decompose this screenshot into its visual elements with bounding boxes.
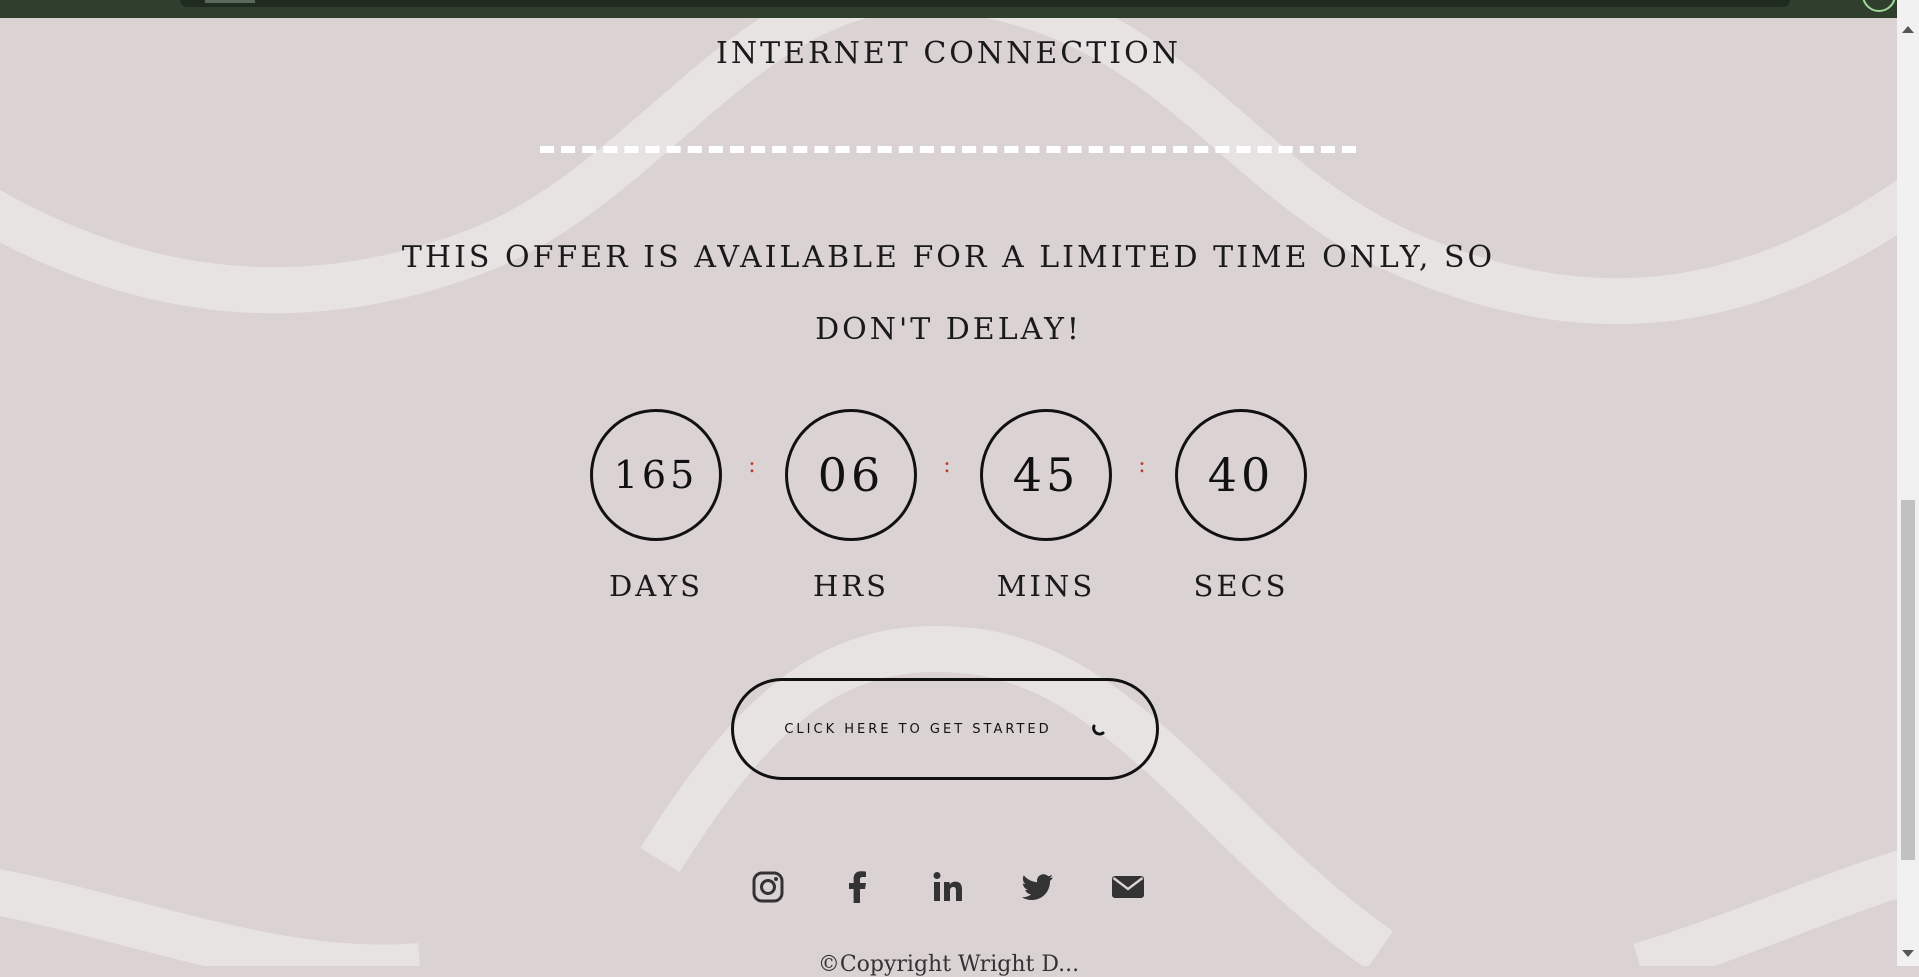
countdown-separator: : <box>748 453 756 478</box>
spinner-icon <box>1091 724 1105 736</box>
countdown-hours: 06 <box>785 409 917 541</box>
top-nav-inner <box>180 0 1790 7</box>
section-heading: INTERNET CONNECTION <box>716 36 1181 71</box>
scrollbar-thumb[interactable] <box>1901 500 1915 860</box>
offer-line-1: THIS OFFER IS AVAILABLE FOR A LIMITED TI… <box>401 240 1496 275</box>
countdown-separator: : <box>1138 453 1146 478</box>
top-nav-tab <box>205 0 255 3</box>
scroll-down-icon[interactable] <box>1902 950 1914 957</box>
twitter-icon[interactable] <box>1021 870 1055 904</box>
get-started-label: CLICK HERE TO GET STARTED <box>784 721 1052 737</box>
vertical-scrollbar[interactable] <box>1897 0 1919 966</box>
scroll-up-icon[interactable] <box>1902 26 1914 33</box>
email-icon[interactable] <box>1111 870 1145 904</box>
offer-line-2: DON'T DELAY! <box>815 312 1082 347</box>
get-started-button[interactable]: CLICK HERE TO GET STARTED <box>731 678 1159 780</box>
dashed-divider <box>540 146 1356 153</box>
copyright-text: ©Copyright Wright D... <box>817 952 1080 977</box>
countdown-timer: 165 : 06 : 45 : 40 DAYS HRS MINS SECS <box>0 409 1897 609</box>
linkedin-icon[interactable] <box>931 870 965 904</box>
countdown-separator: : <box>943 453 951 478</box>
top-nav-circle-button[interactable] <box>1862 0 1896 12</box>
countdown-label-seconds: SECS <box>1193 569 1289 603</box>
countdown-label-days: DAYS <box>608 569 704 603</box>
social-links <box>0 870 1897 910</box>
countdown-days: 165 <box>590 409 722 541</box>
countdown-seconds: 40 <box>1175 409 1307 541</box>
countdown-label-minutes: MINS <box>996 569 1096 603</box>
facebook-icon[interactable] <box>841 870 875 904</box>
top-navigation-bar <box>0 0 1897 18</box>
offer-text: THIS OFFER IS AVAILABLE FOR A LIMITED TI… <box>350 222 1547 366</box>
instagram-icon[interactable] <box>751 870 785 904</box>
countdown-minutes: 45 <box>980 409 1112 541</box>
countdown-label-hours: HRS <box>813 569 889 603</box>
